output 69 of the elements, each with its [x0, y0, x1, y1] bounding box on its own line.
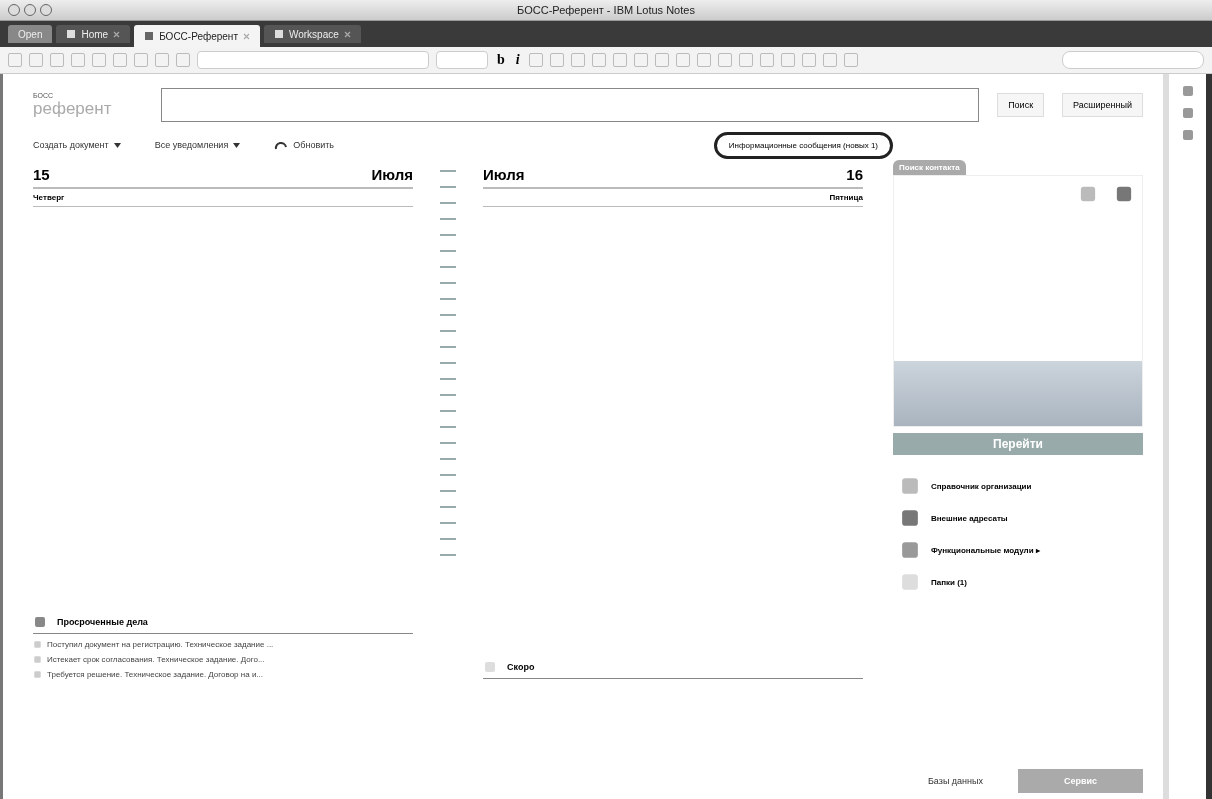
nav-link[interactable]: Папки (1) [899, 571, 1137, 593]
tab[interactable]: Home [56, 25, 131, 43]
toolbar-icon[interactable] [843, 53, 858, 67]
side-icon [1180, 128, 1195, 142]
toolbar-icon[interactable] [654, 53, 669, 67]
overdue-item[interactable]: Истекает срок согласования. Техническое задание. Дого... [47, 655, 265, 664]
size-dropdown[interactable] [436, 51, 488, 69]
toolbar-icon[interactable] [528, 53, 543, 67]
close-icon[interactable] [242, 32, 250, 40]
advanced-search-button[interactable]: Расширенный [1062, 93, 1143, 117]
nav-link[interactable]: Внешние адресаты [899, 507, 1137, 529]
section-title: Скоро [507, 662, 535, 672]
toolbar-icon[interactable] [549, 53, 564, 67]
toolbar-icon[interactable] [92, 53, 106, 67]
toolbar-icon[interactable] [570, 53, 585, 67]
toolbar-icon[interactable] [50, 53, 64, 67]
toolbar-icon[interactable] [8, 53, 22, 67]
side-icon [1180, 84, 1195, 98]
side-icon [1180, 106, 1195, 120]
weekday-label: Четверг [33, 189, 413, 207]
bold-button[interactable]: b [495, 52, 507, 68]
toolbar-icon[interactable] [633, 53, 648, 67]
font-dropdown[interactable] [197, 51, 429, 69]
weekday-label: Пятница [483, 189, 863, 207]
toolbar-icon[interactable] [759, 53, 774, 67]
toolbar-icon[interactable] [780, 53, 795, 67]
toolbar-icon[interactable] [29, 53, 43, 67]
toolbar-icon[interactable] [675, 53, 690, 67]
search-button[interactable]: Поиск [997, 93, 1045, 117]
toolbar-icon[interactable] [176, 53, 190, 67]
close-window-button[interactable] [8, 4, 20, 16]
toolbar-icon[interactable] [612, 53, 627, 67]
tab[interactable]: Workspace [263, 25, 361, 43]
action-button[interactable]: Все уведомления [154, 140, 241, 150]
info-messages-button[interactable]: Информационные сообщения (новых 1) [713, 131, 893, 159]
search-field[interactable] [1062, 51, 1204, 69]
section-title: Просроченные дела [57, 617, 148, 627]
close-icon[interactable] [343, 30, 351, 38]
toolbar-icon[interactable] [155, 53, 169, 67]
month-label: Июля [483, 166, 525, 183]
toolbar-icon[interactable] [717, 53, 732, 67]
tab[interactable]: БОСС-Референт [134, 25, 260, 47]
toolbar-icon[interactable] [113, 53, 127, 67]
day-number: 15 [33, 166, 50, 183]
nav-link[interactable]: Справочник организации [899, 475, 1137, 497]
italic-button[interactable]: i [513, 52, 522, 68]
minimize-button[interactable] [24, 4, 36, 16]
action-button[interactable]: Обновить [274, 139, 335, 151]
toolbar-icon[interactable] [696, 53, 711, 67]
overdue-item[interactable]: Требуется решение. Техническое задание. Договор на и... [47, 670, 264, 679]
toolbar-icon[interactable] [591, 53, 606, 67]
logo: референт [33, 98, 113, 119]
close-icon[interactable] [113, 30, 121, 38]
toolbar-icon[interactable] [738, 53, 753, 67]
toolbar-icon[interactable] [71, 53, 85, 67]
search-input[interactable] [161, 88, 980, 122]
zoom-button[interactable] [40, 4, 52, 16]
toolbar-icon[interactable] [801, 53, 816, 67]
toolbar-icon[interactable] [822, 53, 837, 67]
toolbar-icon[interactable] [134, 53, 148, 67]
day-number: 16 [846, 166, 863, 183]
window-title: БОСС-Референт - IBM Lotus Notes [517, 4, 695, 16]
caret-icon [233, 142, 241, 148]
refresh-icon [274, 139, 289, 151]
month-label: Июля [371, 166, 413, 183]
overdue-item[interactable]: Поступил документ на регистрацию. Техническое задание ... [47, 640, 274, 649]
nav-link[interactable]: Функциональные модули ▸ [899, 539, 1137, 561]
caret-icon [113, 142, 121, 148]
action-button[interactable]: Создать документ [33, 140, 121, 150]
